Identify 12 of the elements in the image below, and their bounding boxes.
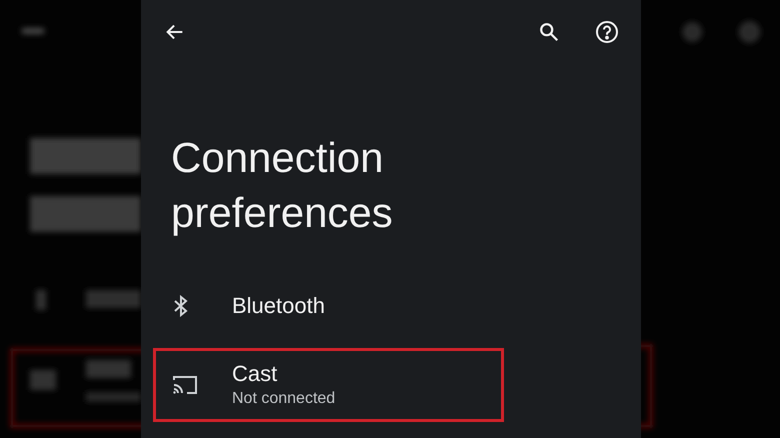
settings-item[interactable]: Bluetooth <box>153 276 504 336</box>
item-summary: Not connected <box>232 389 336 409</box>
page-title: Connection preferences <box>171 133 394 238</box>
item-label: Bluetooth <box>232 292 325 320</box>
search-icon <box>538 21 560 43</box>
item-label: Cast <box>232 360 278 388</box>
bluetooth-icon <box>172 294 190 318</box>
help-button[interactable] <box>595 20 619 44</box>
settings-item[interactable]: Cast Not connected <box>153 348 504 422</box>
help-icon <box>595 20 619 44</box>
search-button[interactable] <box>537 20 561 44</box>
cast-icon <box>172 374 198 396</box>
